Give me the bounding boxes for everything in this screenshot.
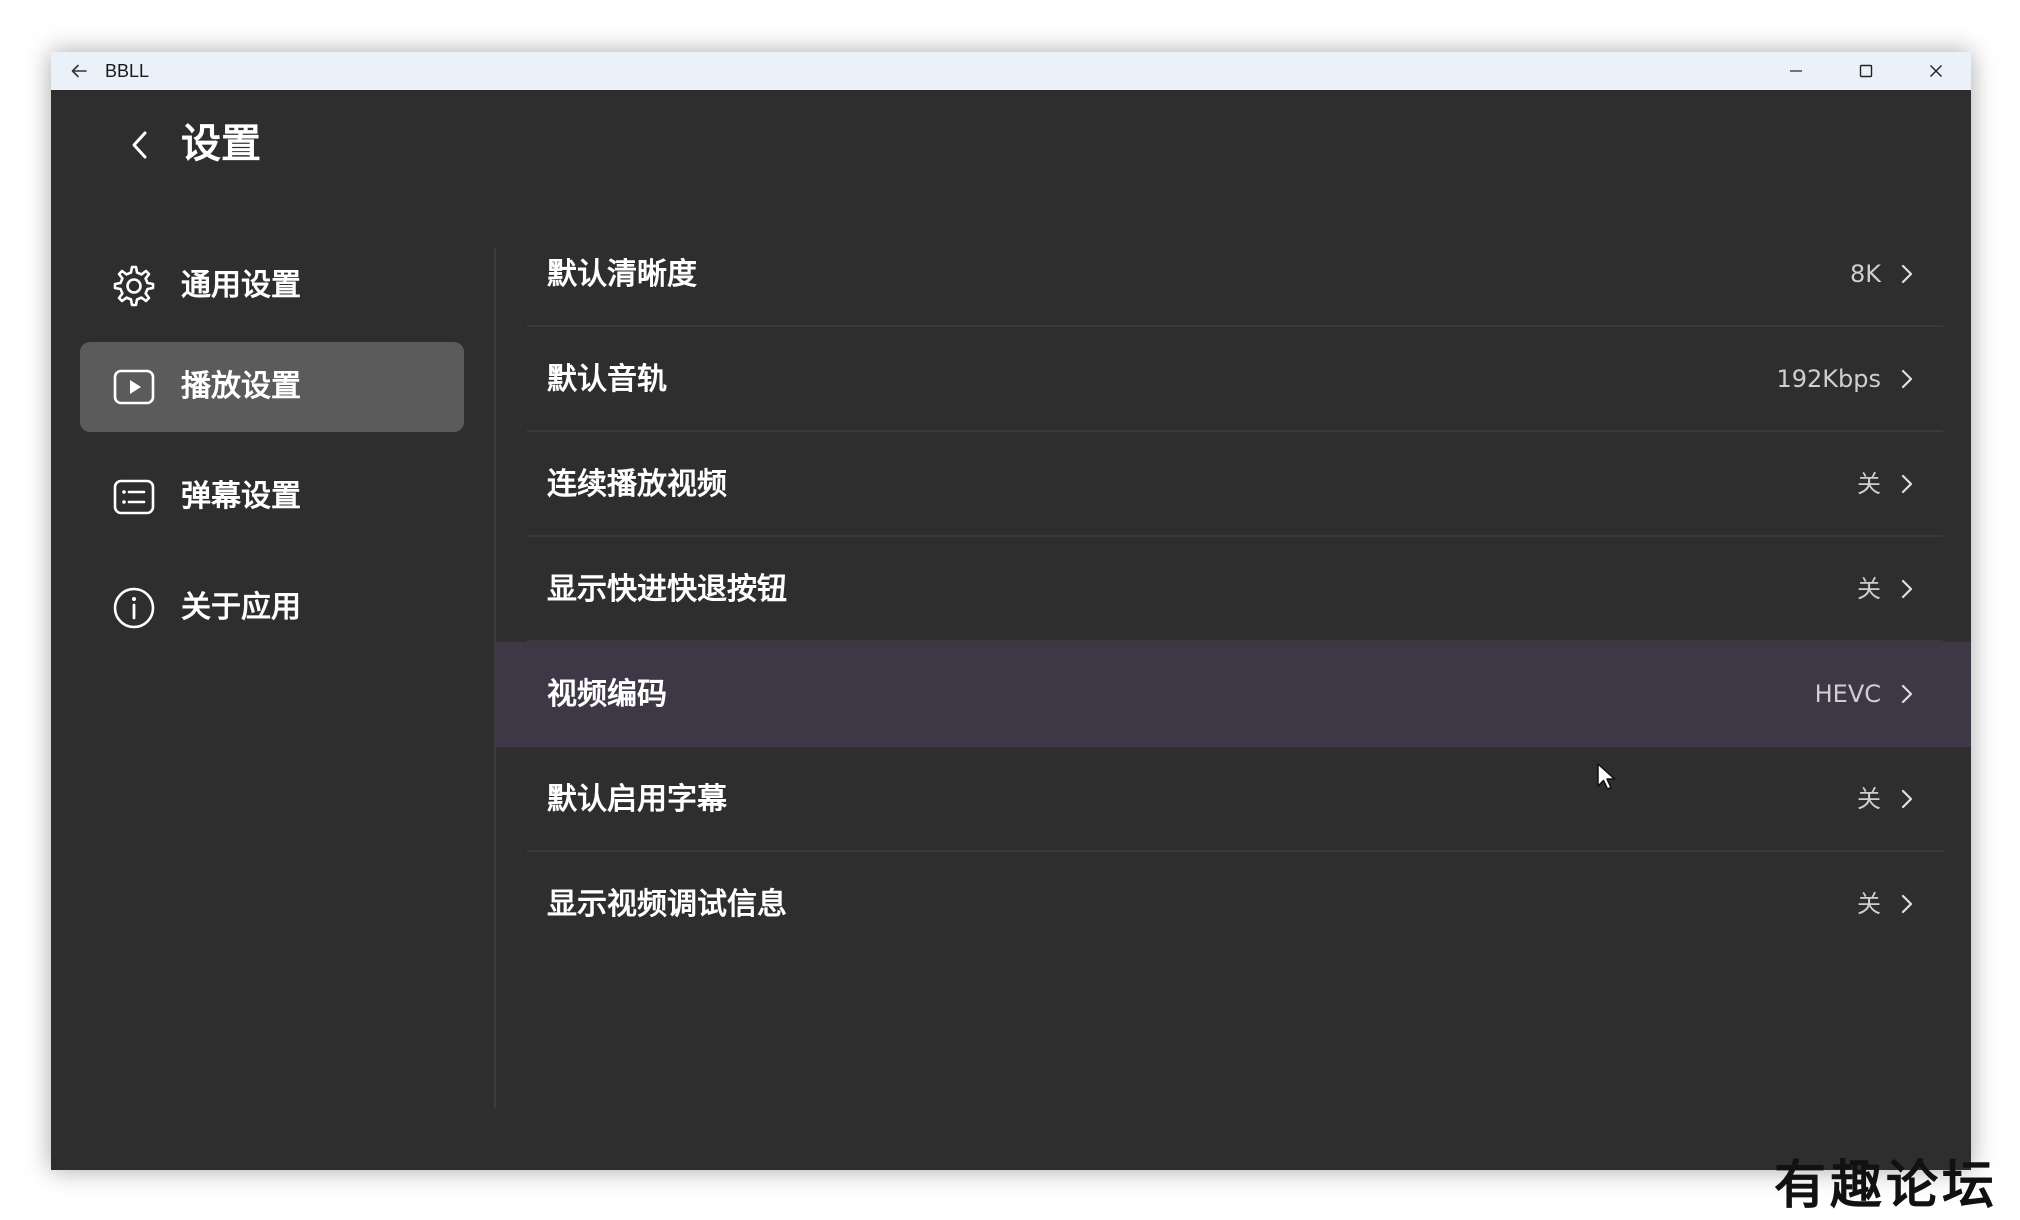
setting-label: 默认音轨	[547, 362, 667, 397]
setting-value: 关	[1857, 470, 1881, 498]
sidebar-item-label: 关于应用	[181, 590, 301, 625]
chevron-right-icon	[1895, 577, 1919, 601]
back-button[interactable]	[115, 120, 165, 170]
sidebar-item-label: 通用设置	[181, 268, 301, 303]
sidebar-item-label: 播放设置	[181, 369, 301, 404]
chevron-right-icon	[1895, 682, 1919, 706]
arrow-left-icon	[71, 64, 87, 78]
sidebar-item-danmaku[interactable]: 弹幕设置	[80, 452, 464, 542]
chevron-right-icon	[1895, 892, 1919, 916]
sidebar-item-playback[interactable]: 播放设置	[80, 342, 464, 432]
setting-row-video-codec[interactable]: 视频编码 HEVC	[495, 642, 1971, 747]
setting-label: 显示视频调试信息	[547, 887, 787, 922]
gear-icon	[112, 264, 156, 308]
maximize-icon	[1859, 64, 1873, 78]
setting-label: 视频编码	[547, 677, 667, 712]
setting-value: 关	[1857, 785, 1881, 813]
setting-row-subtitles[interactable]: 默认启用字幕 关	[495, 747, 1971, 852]
setting-value: HEVC	[1814, 680, 1881, 708]
setting-label: 连续播放视频	[547, 467, 727, 502]
chevron-right-icon	[1895, 367, 1919, 391]
chevron-right-icon	[1895, 472, 1919, 496]
setting-label: 显示快进快退按钮	[547, 572, 787, 607]
maximize-button[interactable]	[1831, 52, 1901, 90]
minimize-button[interactable]	[1761, 52, 1831, 90]
setting-label: 默认清晰度	[547, 257, 697, 292]
close-button[interactable]	[1901, 52, 1971, 90]
setting-row-seek-buttons[interactable]: 显示快进快退按钮 关	[495, 537, 1971, 642]
app-window: BBLL 设置 通用设置 播放设置 弹幕设置 关于应用 默认清晰度 8K 默认音…	[51, 52, 1971, 1170]
chevron-right-icon	[1895, 262, 1919, 286]
info-icon	[112, 586, 156, 630]
page-title: 设置	[181, 121, 261, 167]
play-icon	[112, 365, 156, 409]
sidebar-item-label: 弹幕设置	[181, 479, 301, 514]
window-title: BBLL	[105, 61, 150, 81]
setting-value: 8K	[1849, 260, 1881, 288]
sidebar-item-general[interactable]: 通用设置	[80, 241, 464, 331]
setting-row-default-quality[interactable]: 默认清晰度 8K	[495, 222, 1971, 327]
title-bar: BBLL	[51, 52, 1971, 90]
setting-value: 192Kbps	[1776, 365, 1881, 393]
setting-value: 关	[1857, 890, 1881, 918]
chevron-left-icon	[132, 131, 147, 159]
setting-row-debug-info[interactable]: 显示视频调试信息 关	[495, 852, 1971, 957]
minimize-icon	[1790, 70, 1802, 72]
sidebar-item-about[interactable]: 关于应用	[80, 563, 464, 653]
setting-row-autoplay[interactable]: 连续播放视频 关	[495, 432, 1971, 537]
chevron-right-icon	[1895, 787, 1919, 811]
setting-label: 默认启用字幕	[547, 782, 727, 817]
setting-row-default-audio[interactable]: 默认音轨 192Kbps	[495, 327, 1971, 432]
titlebar-back-button[interactable]	[65, 52, 93, 90]
danmaku-icon	[112, 475, 156, 519]
mouse-cursor-icon	[1597, 763, 1616, 790]
close-icon	[1930, 65, 1942, 77]
watermark: 有趣论坛	[1773, 1155, 1998, 1216]
setting-value: 关	[1857, 575, 1881, 603]
